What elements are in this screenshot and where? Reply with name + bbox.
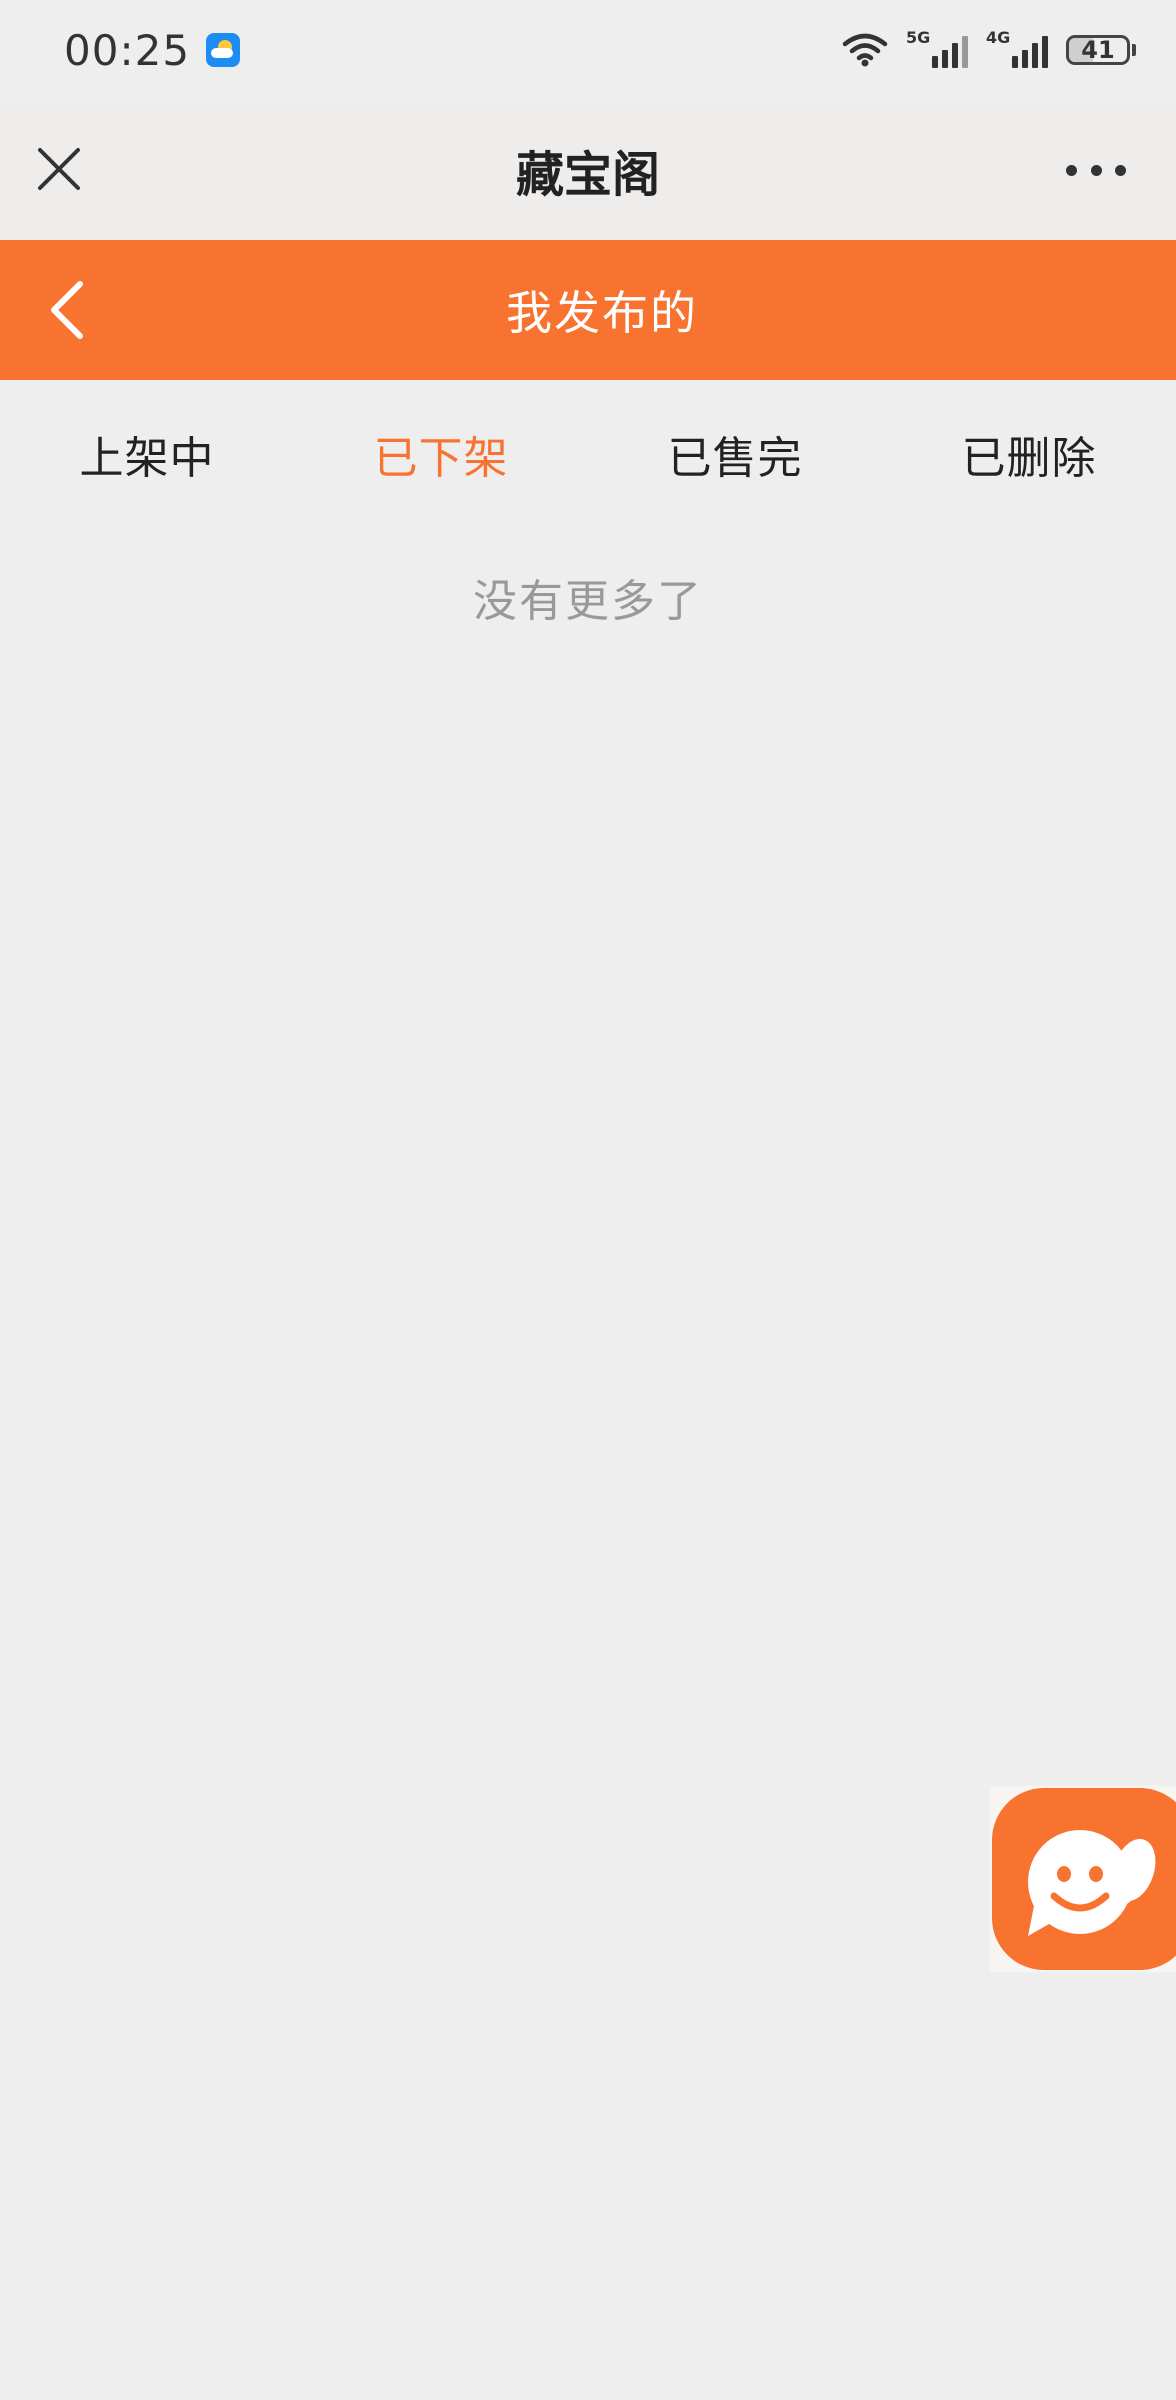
tab-on-shelf[interactable]: 上架中: [0, 380, 294, 528]
chat-button[interactable]: [990, 1786, 1176, 1972]
status-bar: 00:25 5G 4G 41: [0, 0, 1176, 100]
empty-list-message: 没有更多了: [473, 576, 703, 627]
tab-sold-out[interactable]: 已售完: [588, 380, 882, 528]
more-button[interactable]: [1066, 150, 1126, 190]
more-icon-dot: [1066, 164, 1077, 176]
app-title: 藏宝阁: [515, 147, 660, 203]
battery-icon: 41: [1066, 35, 1136, 65]
weather-icon: [206, 33, 241, 67]
status-left: 00:25: [64, 25, 241, 75]
signal-5g-icon: 5G: [906, 28, 968, 68]
page-title: 我发布的: [506, 286, 698, 340]
tab-off-shelf[interactable]: 已下架: [294, 380, 588, 528]
chat-button-bg: [992, 1788, 1176, 1970]
tab-deleted[interactable]: 已删除: [882, 380, 1176, 528]
more-icon-dot: [1115, 164, 1126, 176]
status-time: 00:25: [64, 25, 191, 75]
wifi-icon: [842, 33, 888, 67]
more-icon-dot: [1090, 164, 1102, 176]
network-1-label: 5G: [906, 28, 931, 47]
chat-smile-icon: [1028, 1830, 1156, 1936]
page-header: 我发布的: [0, 240, 1176, 380]
status-tabs: 上架中 已下架 已售完 已删除: [0, 380, 1176, 528]
signal-4g-icon: 4G: [986, 28, 1048, 68]
battery-level: 41: [1081, 36, 1115, 64]
network-2-label: 4G: [986, 28, 1011, 47]
status-right: 5G 4G 41: [842, 28, 1136, 68]
title-bar: 藏宝阁: [0, 100, 1176, 240]
